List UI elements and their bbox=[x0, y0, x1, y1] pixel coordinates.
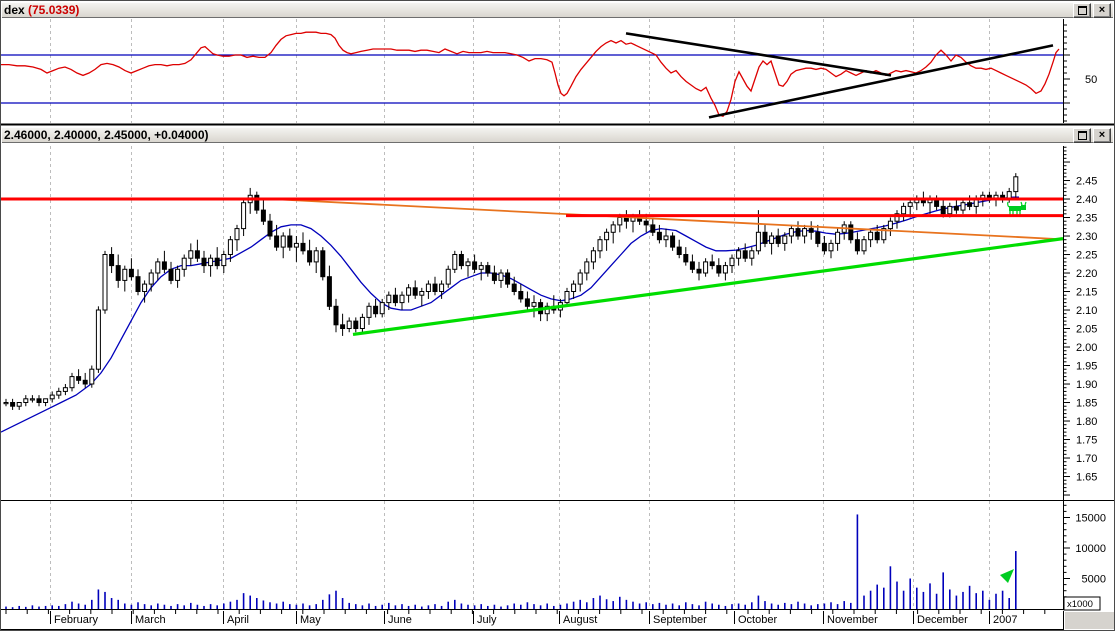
close-button[interactable]: × bbox=[1093, 127, 1111, 143]
volume-pane bbox=[5, 514, 1017, 609]
svg-text:October: October bbox=[738, 614, 777, 626]
svg-text:1.70: 1.70 bbox=[1076, 453, 1097, 465]
svg-text:2.25: 2.25 bbox=[1076, 250, 1097, 262]
close-icon: × bbox=[1098, 4, 1106, 16]
price-pane-titlebar[interactable]: 2.46000, 2.40000, 2.45000, +0.04000) × bbox=[2, 127, 1113, 143]
maximize-icon bbox=[1077, 130, 1087, 140]
bull-icon bbox=[1007, 201, 1027, 216]
svg-text:March: March bbox=[135, 614, 166, 626]
price-readout: 2.46000, 2.40000, 2.45000, +0.04000) bbox=[4, 128, 209, 142]
svg-text:2.40: 2.40 bbox=[1076, 194, 1097, 206]
svg-text:1.85: 1.85 bbox=[1076, 398, 1097, 410]
indicator-value: (75.0339) bbox=[28, 3, 80, 17]
svg-text:November: November bbox=[827, 614, 878, 626]
chart-canvas: 502.452.402.352.302.252.202.152.102.052.… bbox=[1, 19, 1114, 630]
svg-text:April: April bbox=[227, 614, 249, 626]
svg-text:2.00: 2.00 bbox=[1076, 342, 1097, 354]
svg-text:2.15: 2.15 bbox=[1076, 287, 1097, 299]
svg-text:June: June bbox=[388, 614, 412, 626]
svg-text:September: September bbox=[653, 614, 707, 626]
time-axis: February March April May June July August Septe… bbox=[5, 609, 1046, 626]
svg-text:2.10: 2.10 bbox=[1076, 305, 1097, 317]
svg-text:December: December bbox=[917, 614, 968, 626]
svg-text:2.45: 2.45 bbox=[1076, 176, 1097, 188]
svg-text:2.35: 2.35 bbox=[1076, 213, 1097, 225]
volume-unit-box: x1000 bbox=[1063, 596, 1101, 611]
svg-text:1.65: 1.65 bbox=[1076, 472, 1097, 484]
svg-text:July: July bbox=[477, 614, 497, 626]
candlestick-series bbox=[3, 173, 1019, 410]
price-axis: 2.45 2.40 2.35 2.30 2.25 2.20 2.15 2.10 2.05 2.00… bbox=[1063, 146, 1097, 500]
volume-axis: 15000 10000 5000 bbox=[1063, 501, 1106, 609]
indicator-pane-titlebar[interactable]: dex (75.0339) × bbox=[2, 2, 1113, 18]
indicator-pane bbox=[1, 31, 1063, 117]
svg-text:50: 50 bbox=[1085, 74, 1097, 86]
svg-text:February: February bbox=[54, 614, 99, 626]
svg-text:1.95: 1.95 bbox=[1076, 361, 1097, 373]
svg-text:10000: 10000 bbox=[1075, 543, 1106, 555]
svg-text:x1000: x1000 bbox=[1067, 599, 1093, 610]
close-button[interactable]: × bbox=[1093, 2, 1111, 18]
svg-text:2.30: 2.30 bbox=[1076, 231, 1097, 243]
svg-text:1.75: 1.75 bbox=[1076, 435, 1097, 447]
indicator-axis: 50 bbox=[1063, 19, 1097, 123]
indicator-pane-title: dex (75.0339) bbox=[4, 3, 80, 17]
close-icon: × bbox=[1098, 129, 1106, 141]
maximize-button[interactable] bbox=[1073, 2, 1091, 18]
chart-application-window: 50 2.45 2.40 2.35 2.30 2.25 2.20 2.15 2.10 2.05 2.… bbox=[0, 0, 1115, 631]
up-arrow-icon bbox=[995, 569, 1014, 588]
svg-text:May: May bbox=[300, 614, 321, 626]
svg-text:1.90: 1.90 bbox=[1076, 379, 1097, 391]
svg-text:August: August bbox=[563, 614, 597, 626]
svg-text:2.05: 2.05 bbox=[1076, 324, 1097, 336]
svg-text:2.20: 2.20 bbox=[1076, 268, 1097, 280]
window-chrome-fill bbox=[1065, 612, 1114, 629]
maximize-button[interactable] bbox=[1073, 127, 1091, 143]
month-gridlines bbox=[50, 19, 990, 609]
svg-text:5000: 5000 bbox=[1082, 574, 1106, 586]
maximize-icon bbox=[1077, 5, 1087, 15]
svg-text:15000: 15000 bbox=[1075, 513, 1106, 525]
svg-text:2007: 2007 bbox=[993, 614, 1017, 626]
svg-text:1.80: 1.80 bbox=[1076, 416, 1097, 428]
